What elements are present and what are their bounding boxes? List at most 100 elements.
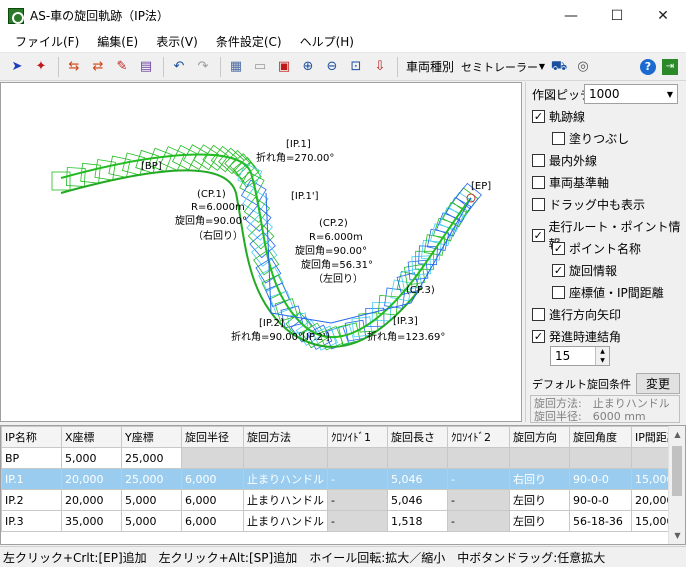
table-scrollbar[interactable]: ▲ ▼	[668, 426, 685, 544]
table-row[interactable]: IP.1 20,000 25,000 6,000 止まりハンドル -5,046- 右回り 90…	[1, 468, 682, 490]
option-row[interactable]: 座標値・IP間距離	[552, 284, 664, 301]
column-header[interactable]: IP名称	[1, 426, 62, 448]
ip-insert-icon[interactable]: ⇆	[63, 56, 85, 78]
monitor-icon[interactable]: ▣	[273, 56, 295, 78]
exit-icon[interactable]: ⇥	[662, 58, 678, 75]
table-cell[interactable]	[327, 447, 388, 469]
table-cell[interactable]: IP.3	[1, 510, 62, 532]
column-header[interactable]: ｸﾛｿｲﾄﾞ2	[447, 426, 510, 448]
table-cell[interactable]: 5,046	[387, 468, 448, 490]
table-cell[interactable]: 6,000	[181, 489, 244, 511]
screen-icon[interactable]: ▭	[249, 56, 271, 78]
scroll-down-icon[interactable]: ▼	[669, 527, 685, 544]
table-cell[interactable]: 左回り	[509, 489, 570, 511]
undo-icon[interactable]: ↶	[168, 56, 190, 78]
table-cell[interactable]: 左回り	[509, 510, 570, 532]
wheel-icon[interactable]: ◎	[572, 56, 594, 78]
ip-delete-icon[interactable]: ⇄	[87, 56, 109, 78]
point-add-icon[interactable]: ✦	[30, 56, 52, 78]
zoom-out-icon[interactable]: ⊖	[321, 56, 343, 78]
checkbox-unchecked-icon[interactable]	[532, 198, 545, 211]
change-button[interactable]: 変更	[636, 373, 680, 394]
table-cell[interactable]: BP	[1, 447, 62, 469]
table-cell[interactable]: IP.2	[1, 489, 62, 511]
table-row[interactable]: BP 5,000 25,000	[1, 447, 682, 469]
table-cell[interactable]	[569, 447, 632, 469]
zoom-in-icon[interactable]: ⊕	[297, 56, 319, 78]
table-cell[interactable]: -	[327, 510, 388, 532]
ip-edit-icon[interactable]: ✎	[111, 56, 133, 78]
column-header[interactable]: 旋回長さ	[387, 426, 448, 448]
table-cell[interactable]: 90-0-0	[569, 468, 632, 490]
table-cell[interactable]: 5,046	[387, 489, 448, 511]
stepper-up-icon[interactable]: ▲	[596, 347, 609, 356]
table-cell[interactable]: 5,000	[61, 447, 122, 469]
coupling-angle-stepper[interactable]: 15 ▲ ▼	[550, 346, 610, 366]
table-cell[interactable]: -	[447, 510, 510, 532]
option-row[interactable]: ✓ ポイント名称	[552, 240, 641, 257]
drawing-canvas[interactable]: [IP.1] 折れ角=270.00° [BP] (CP.1) R=6.000m …	[0, 82, 522, 422]
table-cell[interactable]	[243, 447, 328, 469]
table-cell[interactable]: 止まりハンドル	[243, 510, 328, 532]
checkbox-checked-icon[interactable]: ✓	[532, 110, 545, 123]
menu-edit[interactable]: 編集(E)	[88, 31, 147, 53]
pitch-select[interactable]: 1000 ▼	[584, 84, 678, 104]
table-cell[interactable]: -	[447, 489, 510, 511]
checkbox-unchecked-icon[interactable]	[552, 286, 565, 299]
column-header[interactable]: 旋回半径	[181, 426, 244, 448]
table-row[interactable]: IP.3 35,000 5,000 6,000 止まりハンドル -1,518- 左回り 56-…	[1, 510, 682, 532]
table-cell[interactable]: -	[447, 468, 510, 490]
menu-view[interactable]: 表示(V)	[147, 31, 207, 53]
redo-icon[interactable]: ↷	[192, 56, 214, 78]
column-header[interactable]: 旋回方向	[509, 426, 570, 448]
close-button[interactable]: ✕	[640, 0, 686, 31]
table-cell[interactable]: -	[327, 468, 388, 490]
table-cell[interactable]: -	[327, 489, 388, 511]
table-cell[interactable]	[447, 447, 510, 469]
layer-icon[interactable]: ▤	[135, 56, 157, 78]
checkbox-checked-icon[interactable]: ✓	[532, 228, 545, 242]
checkbox-unchecked-icon[interactable]	[532, 154, 545, 167]
checkbox-unchecked-icon[interactable]	[532, 308, 545, 321]
scroll-thumb[interactable]	[672, 446, 682, 496]
option-row[interactable]: ✓ 発進時連結角	[532, 328, 621, 345]
table-cell[interactable]: 56-18-36	[569, 510, 632, 532]
column-header[interactable]: Y座標	[121, 426, 182, 448]
option-row[interactable]: 車両基準軸	[532, 174, 609, 191]
checkbox-unchecked-icon[interactable]	[552, 132, 565, 145]
maximize-button[interactable]: ☐	[594, 0, 640, 31]
vehicle-icon[interactable]: ⛟	[548, 56, 570, 78]
table-cell[interactable]: 6,000	[181, 468, 244, 490]
table-row[interactable]: IP.2 20,000 5,000 6,000 止まりハンドル -5,046- 左回り 90-…	[1, 489, 682, 511]
table-cell[interactable]: 5,000	[121, 510, 182, 532]
table-cell[interactable]: 20,000	[61, 489, 122, 511]
table-cell[interactable]: 20,000	[61, 468, 122, 490]
table-cell[interactable]: 25,000	[121, 468, 182, 490]
table-cell[interactable]: 25,000	[121, 447, 182, 469]
column-header[interactable]: 旋回方法	[243, 426, 328, 448]
grid-icon[interactable]: ▦	[225, 56, 247, 78]
option-row[interactable]: 塗りつぶし	[552, 130, 629, 147]
table-cell[interactable]: 1,518	[387, 510, 448, 532]
table-cell[interactable]	[181, 447, 244, 469]
option-row[interactable]: ✓ 旋回情報	[552, 262, 617, 279]
table-cell[interactable]: 35,000	[61, 510, 122, 532]
column-header[interactable]: ｸﾛｿｲﾄﾞ1	[327, 426, 388, 448]
table-cell[interactable]: IP.1	[1, 468, 62, 490]
table-cell[interactable]	[509, 447, 570, 469]
option-row[interactable]: 最内外線	[532, 152, 597, 169]
checkbox-checked-icon[interactable]: ✓	[552, 242, 565, 255]
minimize-button[interactable]: —	[548, 0, 594, 31]
vehicle-type-select[interactable]: セミトレーラー ▼	[458, 57, 548, 77]
fit-icon[interactable]: ⊡	[345, 56, 367, 78]
table-cell[interactable]: 右回り	[509, 468, 570, 490]
select-arrow-icon[interactable]: ➤	[6, 56, 28, 78]
option-row[interactable]: ドラッグ中も表示	[532, 196, 645, 213]
menu-conditions[interactable]: 条件設定(C)	[207, 31, 291, 53]
checkbox-checked-icon[interactable]: ✓	[552, 264, 565, 277]
table-cell[interactable]: 5,000	[121, 489, 182, 511]
table-cell[interactable]: 止まりハンドル	[243, 468, 328, 490]
option-row[interactable]: 進行方向矢印	[532, 306, 621, 323]
column-header[interactable]: 旋回角度	[569, 426, 632, 448]
option-row[interactable]: ✓ 軌跡線	[532, 108, 585, 125]
